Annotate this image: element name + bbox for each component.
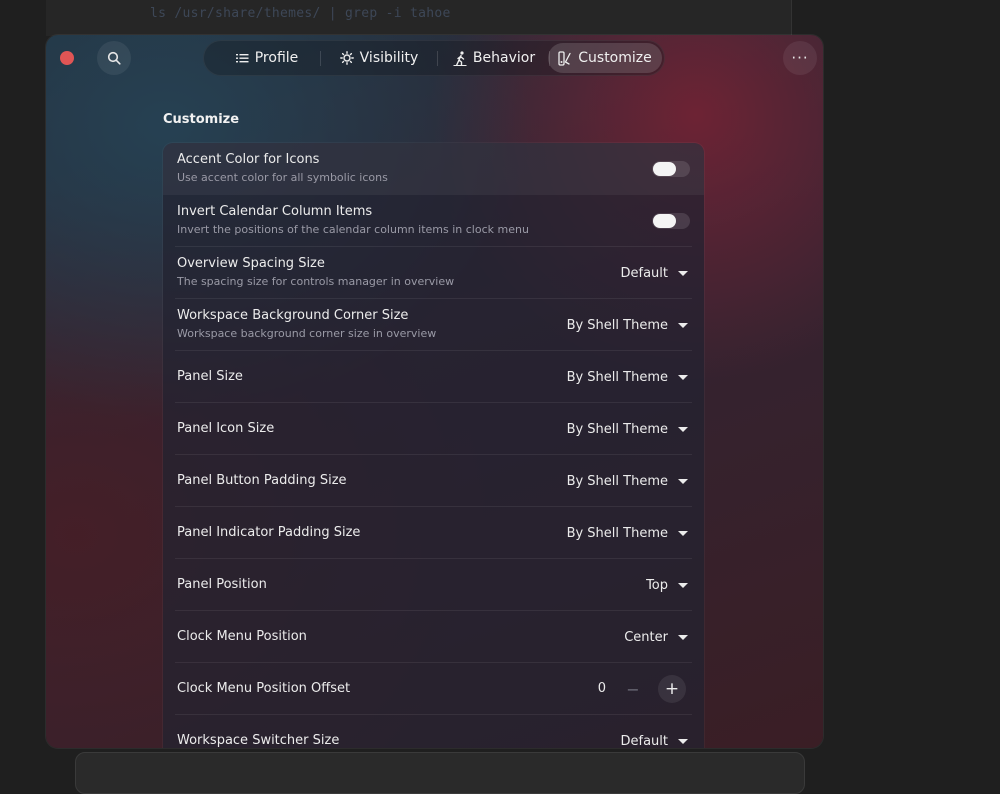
tab-behavior[interactable]: Behavior — [441, 43, 547, 73]
row-accent-color-icons[interactable]: Accent Color for Icons Use accent color … — [163, 143, 704, 195]
panel-size-dropdown[interactable]: By Shell Theme — [567, 351, 688, 403]
panel-button-padding-dropdown[interactable]: By Shell Theme — [567, 455, 688, 507]
switch-knob — [653, 162, 676, 176]
row-title: Overview Spacing Size — [177, 256, 325, 271]
row-title: Clock Menu Position — [177, 629, 307, 644]
tab-visibility-label: Visibility — [359, 50, 419, 66]
sun-icon — [339, 51, 354, 65]
page-title: Customize — [163, 112, 240, 127]
tab-divider — [320, 51, 321, 66]
background-window-edge — [75, 752, 805, 794]
dropdown-value: Center — [624, 629, 668, 645]
row-invert-calendar-columns[interactable]: Invert Calendar Column Items Invert the … — [163, 195, 704, 247]
tab-divider — [437, 51, 438, 66]
row-panel-position[interactable]: Panel Position Top — [163, 559, 704, 611]
dropdown-arrow-icon — [678, 426, 688, 432]
tab-customize-label: Customize — [578, 50, 652, 66]
row-panel-indicator-padding[interactable]: Panel Indicator Padding Size By Shell Th… — [163, 507, 704, 559]
dropdown-arrow-icon — [678, 738, 688, 744]
dropdown-arrow-icon — [678, 478, 688, 484]
row-title: Workspace Switcher Size — [177, 733, 340, 748]
row-title: Invert Calendar Column Items — [177, 204, 373, 219]
tab-visibility[interactable]: Visibility — [324, 43, 434, 73]
terminal-command: ls /usr/share/themes/ | grep -i tahoe — [150, 6, 451, 21]
dropdown-arrow-icon — [678, 322, 688, 328]
row-panel-button-padding[interactable]: Panel Button Padding Size By Shell Theme — [163, 455, 704, 507]
brush-icon — [558, 50, 571, 66]
walking-person-icon — [453, 50, 467, 66]
close-button[interactable] — [60, 51, 74, 65]
offset-value[interactable]: 0 — [598, 681, 606, 696]
tab-behavior-label: Behavior — [472, 50, 536, 66]
invert-calendar-switch[interactable] — [652, 213, 690, 229]
row-title: Accent Color for Icons — [177, 152, 320, 167]
main-menu-button[interactable]: ··· — [783, 41, 817, 75]
row-workspace-switcher-size[interactable]: Workspace Switcher Size Default — [163, 715, 704, 748]
row-title: Panel Icon Size — [177, 421, 275, 436]
search-button[interactable] — [97, 41, 131, 75]
settings-list: Accent Color for Icons Use accent color … — [163, 143, 704, 748]
row-subtitle: Use accent color for all symbolic icons — [177, 171, 388, 184]
tab-profile[interactable]: Profile — [217, 43, 317, 73]
search-icon — [107, 51, 121, 65]
dropdown-arrow-icon — [678, 582, 688, 588]
dropdown-arrow-icon — [678, 270, 688, 276]
row-title: Panel Size — [177, 369, 243, 384]
dropdown-value: By Shell Theme — [566, 369, 668, 385]
dropdown-value: By Shell Theme — [566, 317, 668, 333]
tab-profile-label: Profile — [254, 50, 299, 66]
dropdown-value: Default — [620, 733, 669, 749]
row-panel-icon-size[interactable]: Panel Icon Size By Shell Theme — [163, 403, 704, 455]
dropdown-value: Top — [646, 577, 668, 593]
clock-menu-position-dropdown[interactable]: Center — [624, 611, 688, 663]
row-title: Workspace Background Corner Size — [177, 308, 409, 323]
dropdown-arrow-icon — [678, 374, 688, 380]
tab-customize[interactable]: Customize — [548, 43, 662, 73]
dropdown-arrow-icon — [678, 634, 688, 640]
accent-color-icons-switch[interactable] — [652, 161, 690, 177]
row-subtitle: The spacing size for controls manager in… — [177, 275, 455, 288]
panel-position-dropdown[interactable]: Top — [646, 559, 688, 611]
row-subtitle: Workspace background corner size in over… — [177, 327, 437, 340]
switch-knob — [653, 214, 676, 228]
dropdown-arrow-icon — [678, 530, 688, 536]
workspace-switcher-size-dropdown[interactable]: Default — [620, 715, 688, 749]
overview-spacing-dropdown[interactable]: Default — [620, 247, 688, 299]
row-clock-menu-position[interactable]: Clock Menu Position Center — [163, 611, 704, 663]
row-overview-spacing-size[interactable]: Overview Spacing Size The spacing size f… — [163, 247, 704, 299]
panel-icon-size-dropdown[interactable]: By Shell Theme — [567, 403, 688, 455]
settings-window: Profile Visibility Behavior Customize ··… — [46, 35, 823, 748]
list-icon — [235, 54, 249, 63]
background-terminal-window: ls /usr/share/themes/ | grep -i tahoe — [46, 0, 792, 36]
row-title: Panel Button Padding Size — [177, 473, 347, 488]
view-switcher: Profile Visibility Behavior Customize — [203, 40, 665, 76]
row-subtitle: Invert the positions of the calendar col… — [177, 223, 529, 236]
dropdown-value: By Shell Theme — [566, 473, 668, 489]
row-workspace-bg-corner-size[interactable]: Workspace Background Corner Size Workspa… — [163, 299, 704, 351]
more-icon: ··· — [791, 49, 809, 67]
row-title: Clock Menu Position Offset — [177, 681, 351, 696]
dropdown-value: By Shell Theme — [566, 421, 668, 437]
dropdown-value: By Shell Theme — [566, 525, 668, 541]
workspace-corner-dropdown[interactable]: By Shell Theme — [567, 299, 688, 351]
row-panel-size[interactable]: Panel Size By Shell Theme — [163, 351, 704, 403]
dropdown-value: Default — [620, 265, 669, 281]
row-title: Panel Position — [177, 577, 267, 592]
row-clock-menu-offset: Clock Menu Position Offset 0 − + — [163, 663, 704, 715]
row-title: Panel Indicator Padding Size — [177, 525, 361, 540]
decrement-button[interactable]: − — [620, 676, 646, 702]
increment-button[interactable]: + — [658, 675, 686, 703]
panel-indicator-padding-dropdown[interactable]: By Shell Theme — [567, 507, 688, 559]
